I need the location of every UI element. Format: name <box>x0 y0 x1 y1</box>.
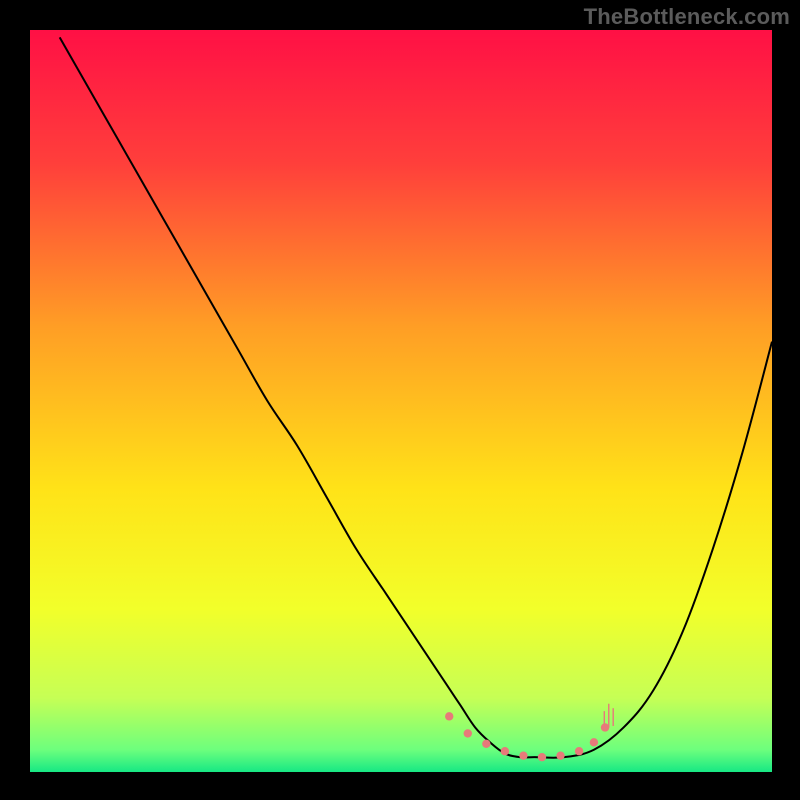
gradient-backdrop <box>30 30 772 772</box>
highlight-dot <box>501 747 509 755</box>
chart-frame: TheBottleneck.com <box>0 0 800 800</box>
highlight-dot <box>601 723 609 731</box>
highlight-dot <box>575 747 583 755</box>
highlight-dot <box>538 753 546 761</box>
highlight-dot <box>590 738 598 746</box>
highlight-dot <box>445 712 453 720</box>
highlight-dot <box>556 751 564 759</box>
watermark-text: TheBottleneck.com <box>584 4 790 30</box>
highlight-dot <box>519 751 527 759</box>
highlight-dot <box>464 729 472 737</box>
bottleneck-chart <box>0 0 800 800</box>
highlight-dot <box>482 740 490 748</box>
